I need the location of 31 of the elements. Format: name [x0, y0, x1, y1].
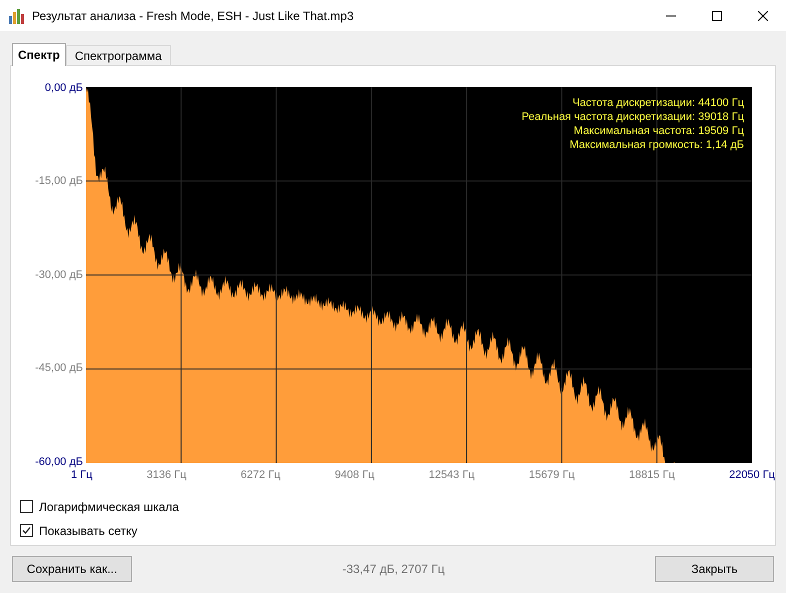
bar-chart-icon	[8, 8, 24, 24]
x-axis-label: 3136 Гц	[146, 468, 186, 483]
checkbox-label: Логарифмическая шкала	[39, 498, 179, 516]
y-axis-label: 0,00 дБ	[44, 81, 83, 96]
info-text: Частота дискретизации: 44100 Гц	[572, 96, 744, 110]
save-as-button[interactable]: Сохранить как...	[12, 556, 132, 582]
x-axis-label: 6272 Гц	[240, 468, 280, 483]
y-axis-label: -60,00 дБ	[35, 454, 83, 470]
y-axis-label: -30,00 дБ	[35, 268, 83, 283]
tab[interactable]: Спектр	[12, 43, 66, 66]
maximize-icon	[712, 10, 722, 20]
checkbox-label: Показывать сетку	[39, 522, 138, 540]
x-axis-label: 1 Гц	[71, 468, 92, 483]
x-axis-label: 22050 Гц	[729, 468, 775, 483]
y-axis-label: -15,00 дБ	[35, 174, 83, 190]
checkbox[interactable]	[20, 500, 33, 513]
info-text: Реальная частота дискретизации: 39018 Гц	[522, 110, 744, 124]
x-axis-label: 12543 Гц	[428, 468, 475, 483]
x-axis-label: 9408 Гц	[334, 468, 374, 483]
x-axis-label: 15679 Гц	[528, 468, 575, 483]
y-axis-label: -45,00 дБ	[35, 361, 83, 376]
x-axis-label: 18815 Гц	[628, 468, 675, 483]
tab[interactable]: Спектрограмма	[66, 45, 171, 65]
close-button[interactable]: Закрыть	[655, 556, 774, 582]
status-text: -33,47 дБ, 2707 Гц	[341, 561, 446, 578]
info-text: Максимальная частота: 19509 Гц	[574, 124, 744, 138]
close-icon	[758, 10, 768, 20]
info-text: Максимальная громкость: 1,14 дБ	[570, 138, 744, 152]
window-title: Результат анализа - Fresh Mode, ESH - Just Like That.mp3	[32, 8, 354, 24]
checkbox[interactable]	[20, 524, 33, 537]
checkmark-icon	[21, 525, 32, 536]
